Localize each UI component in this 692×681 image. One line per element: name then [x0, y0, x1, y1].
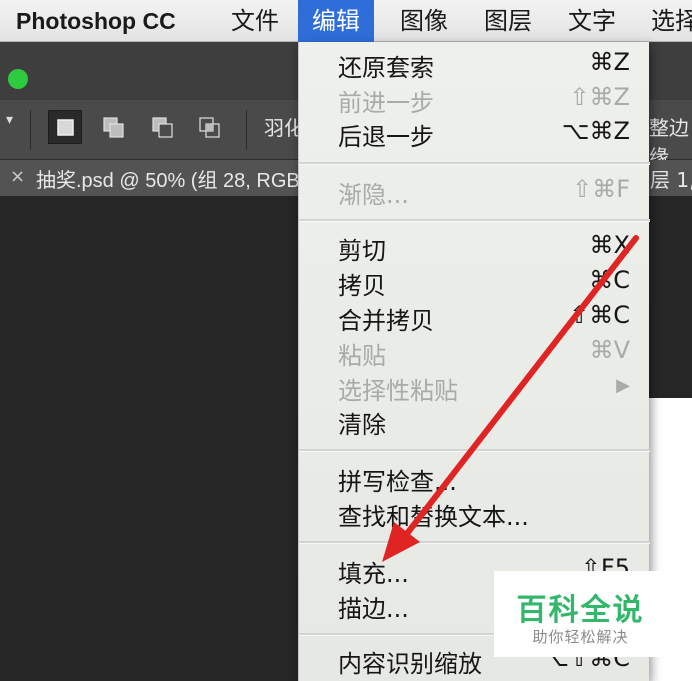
menu-item-label: 描边...: [338, 595, 409, 623]
menu-item-undo-lasso[interactable]: 还原套索 ⌘Z: [299, 46, 650, 82]
menu-layer[interactable]: 图层: [484, 0, 532, 42]
menu-item-fade: 渐隐... ⇧⌘F: [299, 173, 650, 209]
menu-item-shortcut: ⌘Z: [589, 48, 630, 76]
new-selection-icon: [57, 119, 74, 136]
menu-item-label: 后退一步: [338, 123, 434, 151]
menu-divider: [299, 449, 650, 452]
watermark-title: 百科全说: [516, 593, 645, 628]
menu-item-cut[interactable]: 剪切 ⌘X: [299, 229, 650, 265]
document-tab-secondary[interactable]: 层 1,: [650, 164, 692, 193]
menu-item-shortcut: ⌥⌘Z: [561, 117, 630, 145]
menu-item-shortcut: ⇧⌘Z: [569, 83, 630, 111]
menu-item-label: 渐隐...: [338, 181, 409, 209]
menu-item-shortcut: ⌘C: [589, 266, 630, 294]
app-menu[interactable]: Photoshop CC: [16, 0, 176, 42]
menu-item-copy[interactable]: 拷贝 ⌘C: [299, 264, 650, 300]
menu-file[interactable]: 文件: [231, 0, 279, 42]
menu-item-label: 前进一步: [338, 89, 434, 117]
menu-item-shortcut: ⌘V: [589, 336, 630, 364]
menu-item-label: 拷贝: [338, 272, 386, 300]
submenu-arrow-icon: ▶: [616, 375, 630, 396]
new-selection-button[interactable]: [48, 110, 82, 144]
subtract-selection-button[interactable]: [145, 110, 179, 144]
menu-item-find-replace[interactable]: 查找和替换文本...: [299, 495, 650, 531]
menu-item-label: 内容识别缩放: [338, 650, 482, 678]
intersect-selection-button[interactable]: [192, 110, 226, 144]
menu-bar: Photoshop CC 文件 编辑 图像 图层 文字 选择: [0, 0, 692, 42]
menu-item-copy-merged[interactable]: 合并拷贝 ⇧⌘C: [299, 299, 650, 335]
options-separator: [30, 110, 31, 150]
chevron-down-icon[interactable]: ▾: [6, 112, 13, 128]
menu-item-label: 合并拷贝: [338, 307, 434, 335]
menu-item-label: 清除: [338, 411, 386, 439]
menu-item-step-forward: 前进一步 ⇧⌘Z: [299, 81, 650, 117]
menu-item-paste: 粘贴 ⌘V: [299, 334, 650, 370]
menu-item-clear[interactable]: 清除: [299, 403, 650, 439]
menu-divider: [299, 219, 650, 222]
window-zoom-button[interactable]: [8, 69, 28, 89]
menu-edit[interactable]: 编辑: [298, 0, 374, 42]
menu-item-label: 拼写检查...: [338, 468, 457, 496]
menu-item-shortcut: ⇧⌘C: [569, 301, 630, 329]
menu-item-label: 选择性粘贴: [338, 377, 458, 405]
menu-item-paste-special: 选择性粘贴 ▶: [299, 369, 650, 405]
menu-item-spell-check[interactable]: 拼写检查...: [299, 460, 650, 496]
menu-item-label: 还原套索: [338, 54, 434, 82]
menu-item-label: 填充...: [338, 560, 409, 588]
menu-divider: [299, 541, 650, 544]
add-selection-icon: [103, 117, 124, 138]
menu-item-step-backward[interactable]: 后退一步 ⌥⌘Z: [299, 115, 650, 151]
add-selection-button[interactable]: [96, 110, 130, 144]
menu-select[interactable]: 选择: [651, 0, 692, 42]
menu-item-label: 查找和替换文本...: [338, 503, 529, 531]
close-icon[interactable]: ×: [10, 166, 25, 187]
watermark-subtitle: 助你轻松解决: [532, 628, 629, 646]
subtract-selection-icon: [152, 117, 173, 138]
menu-item-label: 粘贴: [338, 342, 386, 370]
menu-item-shortcut: ⌘X: [589, 231, 630, 259]
options-separator: [246, 110, 247, 150]
menu-item-shortcut: ⇧⌘F: [572, 175, 630, 203]
intersect-selection-icon: [199, 117, 220, 138]
menu-type[interactable]: 文字: [568, 0, 616, 42]
menu-item-label: 剪切: [338, 237, 386, 265]
watermark-logo: 百科全说 助你轻松解决: [494, 571, 667, 657]
document-tab[interactable]: 抽奖.psd @ 50% (组 28, RGB/8): [36, 164, 298, 193]
menu-divider: [299, 162, 650, 165]
menu-image[interactable]: 图像: [400, 0, 448, 42]
